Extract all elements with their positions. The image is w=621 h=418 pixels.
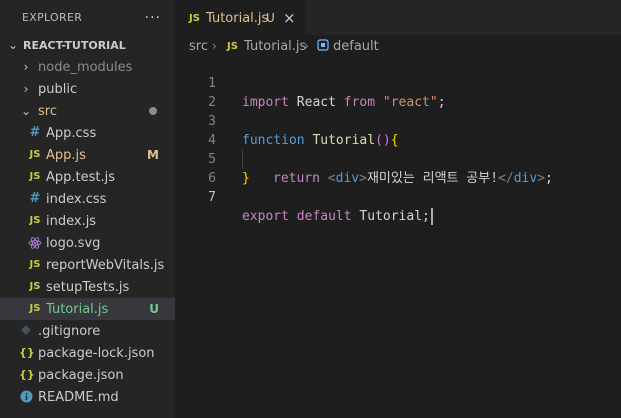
breadcrumb: src › JS Tutorial.js › default <box>175 35 621 57</box>
code-text: export default Tutorial; <box>242 207 433 226</box>
code-line: 6 <box>175 150 621 186</box>
breadcrumb-file[interactable]: Tutorial.js <box>244 39 306 54</box>
file-package-lock-json[interactable]: {} package-lock.json <box>0 342 175 364</box>
file-reportwebvitals-js[interactable]: JS reportWebVitals.js <box>0 254 175 276</box>
json-braces-icon: {} <box>19 346 35 359</box>
file-label: .gitignore <box>38 323 101 339</box>
file-index-css[interactable]: # index.css <box>0 188 175 210</box>
file-gitignore[interactable]: .gitignore <box>0 320 175 342</box>
root-folder-label: REACT-TUTORIAL <box>23 38 126 52</box>
folder-label: src <box>38 103 57 119</box>
code-line: 4 return <div>재미있는 리액트 공부!</div>; <box>175 112 621 186</box>
folder-src[interactable]: ⌄ src <box>0 100 175 122</box>
chevron-right-icon: › <box>212 39 217 53</box>
file-label: package-lock.json <box>38 345 155 361</box>
file-logo-svg[interactable]: logo.svg <box>0 232 175 254</box>
symbol-method-icon <box>317 39 329 53</box>
file-app-css[interactable]: # App.css <box>0 122 175 144</box>
css-file-icon: # <box>29 191 41 206</box>
code-line: 2 <box>175 74 621 110</box>
folder-node-modules[interactable]: › node_modules <box>0 56 175 78</box>
git-status-badge: U <box>266 11 275 25</box>
file-label: logo.svg <box>46 235 101 251</box>
line-number: 7 <box>208 190 216 205</box>
code-line: 1 import React from "react"; <box>175 55 621 110</box>
tab-bar: JS Tutorial.js U × <box>175 0 621 35</box>
file-package-json[interactable]: {} package.json <box>0 364 175 386</box>
code-line: 5 } <box>175 131 621 186</box>
file-label: index.css <box>46 191 107 207</box>
tab-tutorial-js[interactable]: JS Tutorial.js U × <box>175 0 305 35</box>
file-app-js[interactable]: JS App.js M <box>0 144 175 166</box>
file-label: App.js <box>46 147 86 163</box>
file-label: README.md <box>38 389 119 405</box>
js-file-icon: JS <box>29 303 41 314</box>
chevron-down-icon: ⌄ <box>7 38 19 52</box>
js-file-icon: JS <box>189 12 200 24</box>
js-file-icon: JS <box>29 149 41 160</box>
file-label: App.test.js <box>46 169 116 185</box>
file-setuptests-js[interactable]: JS setupTests.js <box>0 276 175 298</box>
git-status-badge: M <box>147 148 159 162</box>
close-icon[interactable]: × <box>283 9 296 27</box>
json-braces-icon: {} <box>19 368 35 381</box>
js-file-icon: JS <box>29 171 41 182</box>
chevron-right-icon: › <box>304 39 309 53</box>
chevron-right-icon: › <box>23 60 29 74</box>
info-icon <box>19 390 33 404</box>
code-editor[interactable]: 1 import React from "react"; 2 3 functio… <box>175 55 621 225</box>
modified-dot-icon <box>149 107 157 115</box>
explorer-header: EXPLORER ··· <box>0 0 175 35</box>
file-label: package.json <box>38 367 124 383</box>
file-label: setupTests.js <box>46 279 130 295</box>
chevron-down-icon: ⌄ <box>20 104 32 118</box>
code-line-active: 7 export default Tutorial; <box>175 169 621 225</box>
file-tree: ⌄ REACT-TUTORIAL › node_modules › public… <box>0 34 175 408</box>
js-file-icon: JS <box>29 215 41 226</box>
git-status-badge: U <box>149 302 159 316</box>
file-tutorial-js[interactable]: JS Tutorial.js U <box>0 298 175 320</box>
folder-label: public <box>38 81 78 97</box>
js-file-icon: JS <box>29 259 41 270</box>
file-label: index.js <box>46 213 97 229</box>
folder-public[interactable]: › public <box>0 78 175 100</box>
git-diamond-icon <box>19 324 33 338</box>
file-app-test-js[interactable]: JS App.test.js <box>0 166 175 188</box>
chevron-right-icon: › <box>23 82 29 96</box>
file-label: reportWebVitals.js <box>46 257 165 273</box>
text-cursor <box>430 208 433 225</box>
js-file-icon: JS <box>227 40 238 52</box>
folder-label: node_modules <box>38 59 133 75</box>
explorer-sidebar: EXPLORER ··· ⌄ REACT-TUTORIAL › node_mod… <box>0 0 175 418</box>
code-line: 3 function Tutorial(){ <box>175 93 621 148</box>
editor-area: JS Tutorial.js U × src › JS Tutorial.js … <box>175 0 621 418</box>
js-file-icon: JS <box>29 281 41 292</box>
folder-react-tutorial[interactable]: ⌄ REACT-TUTORIAL <box>0 34 175 56</box>
react-logo-icon <box>28 236 42 250</box>
file-label: App.css <box>46 125 97 141</box>
tab-label: Tutorial.js <box>206 10 269 26</box>
css-file-icon: # <box>29 125 41 140</box>
file-readme-md[interactable]: README.md <box>0 386 175 408</box>
file-index-js[interactable]: JS index.js <box>0 210 175 232</box>
breadcrumb-symbol[interactable]: default <box>333 39 379 54</box>
more-actions-icon[interactable]: ··· <box>145 10 161 26</box>
file-label: Tutorial.js <box>46 301 109 317</box>
breadcrumb-folder[interactable]: src <box>189 39 208 54</box>
explorer-title: EXPLORER <box>22 11 83 24</box>
